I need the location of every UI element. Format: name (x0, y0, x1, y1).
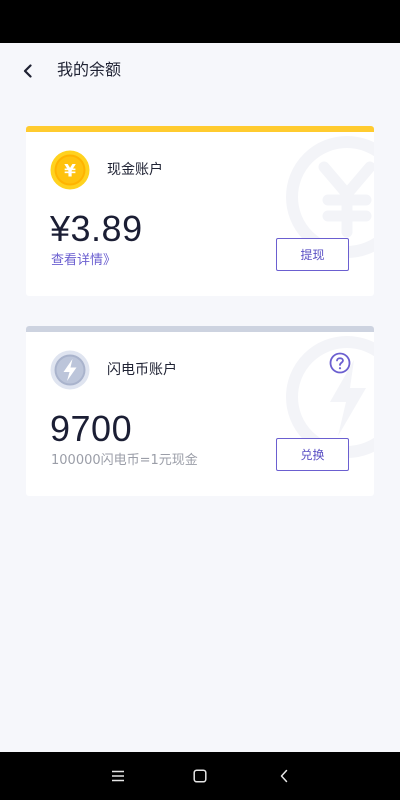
exchange-rate-text: 100000闪电币=1元现金 (51, 453, 198, 468)
system-nav-bar (0, 752, 400, 800)
chevron-left-icon (23, 64, 32, 78)
view-details-link[interactable]: 查看详情》 (51, 252, 116, 270)
cash-account-title: 现金账户 (107, 162, 163, 178)
menu-icon (112, 770, 124, 782)
home-square-icon (193, 769, 207, 783)
cash-balance: ¥3.89 (50, 208, 143, 249)
menu-button[interactable] (106, 764, 130, 788)
exchange-button[interactable]: 兑换 (276, 438, 349, 471)
lightning-account-title: 闪电币账户 (107, 362, 177, 378)
question-circle-icon[interactable] (329, 352, 351, 374)
back-triangle-icon (280, 769, 288, 783)
status-bar (0, 0, 400, 43)
cash-account-card: ¥ 现金账户 ¥3.89 查看详情》 提现 (26, 126, 374, 296)
page-title: 我的余额 (57, 60, 122, 79)
withdraw-button[interactable]: 提现 (276, 238, 349, 271)
back-button[interactable] (14, 57, 42, 85)
coin-symbol: ¥ (64, 162, 76, 182)
system-back-button[interactable] (272, 764, 296, 788)
lightning-account-card: 闪电币账户 9700 100000闪电币=1元现金 兑换 (26, 326, 374, 496)
lightning-coin-icon (50, 350, 90, 390)
home-button[interactable] (188, 764, 212, 788)
lightning-balance: 9700 (50, 408, 133, 449)
header: 我的余额 (0, 43, 400, 98)
yuan-coin-icon: ¥ (50, 150, 90, 190)
